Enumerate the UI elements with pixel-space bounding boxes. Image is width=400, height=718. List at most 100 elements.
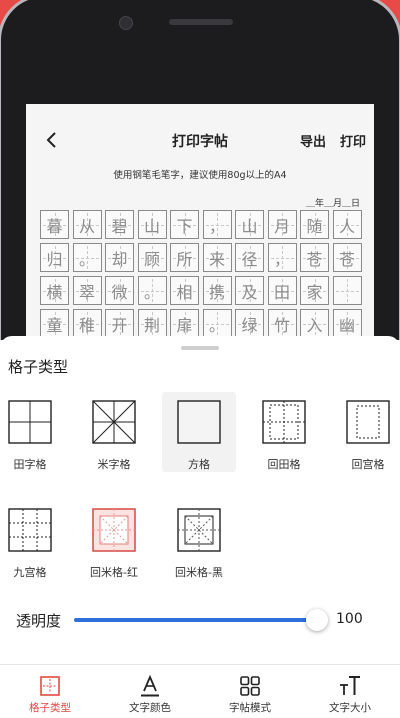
practice-character: ，: [273, 249, 290, 269]
practice-character: 却: [111, 249, 128, 269]
practice-cell: 家: [300, 276, 329, 305]
tab-label: 格子类型: [29, 702, 71, 714]
practice-character: 所: [176, 249, 193, 269]
hui-gong-grid-icon: [346, 400, 390, 444]
grid-option-hui-gong[interactable]: 回宫格: [335, 400, 400, 472]
practice-cell: 开: [105, 309, 134, 338]
practice-character: 幽: [338, 315, 355, 335]
practice-cell: ，: [267, 243, 297, 272]
practice-cell: 归: [40, 243, 69, 272]
practice-cell: 随: [300, 210, 329, 239]
grid-option-label: 回米格-红: [90, 566, 138, 579]
practice-character: 顾: [143, 249, 160, 269]
nav-bar: 打印字帖 导出 打印: [26, 126, 374, 156]
grid-type-icon: [40, 676, 60, 696]
practice-cell: 绿: [235, 309, 264, 338]
print-button[interactable]: 打印: [340, 131, 366, 150]
practice-cell: 山: [137, 210, 167, 239]
tab-grid-type[interactable]: 格子类型: [0, 665, 100, 718]
copybook-mode-icon: [240, 676, 260, 696]
grid-option-label: 方格: [188, 458, 210, 471]
export-button[interactable]: 导出: [300, 131, 326, 150]
practice-character: 荆: [143, 315, 160, 335]
practice-cell: 相: [170, 276, 199, 305]
sheet-title: 格子类型: [8, 358, 69, 376]
grid-option-tian[interactable]: 田字格: [0, 400, 63, 472]
practice-cell: 碧: [105, 210, 134, 239]
hui-mi-black-grid-icon: [177, 508, 221, 552]
tab-label: 文字颜色: [129, 702, 171, 714]
opacity-value: 100: [336, 611, 363, 627]
opacity-slider-thumb[interactable]: [306, 609, 328, 631]
square-grid-icon: [177, 400, 221, 444]
practice-cell: 暮: [40, 210, 69, 239]
practice-character: 从: [78, 216, 95, 236]
grid-option-mi[interactable]: 米字格: [81, 400, 147, 472]
grid-option-hui-tian[interactable]: 回田格: [251, 400, 317, 472]
practice-cell: 所: [170, 243, 199, 272]
practice-character: 扉: [176, 315, 193, 335]
practice-cell: 携: [202, 276, 232, 305]
phone-screen: 打印字帖 导出 打印 使用钢笔毛笔字，建议使用80g以上的A4 ＿年＿月＿日 暮…: [26, 104, 374, 340]
practice-character: 苍: [306, 249, 323, 269]
grid-option-nine[interactable]: 九宫格: [0, 508, 63, 580]
practice-cell: 山: [235, 210, 264, 239]
practice-character: 随: [306, 216, 323, 236]
mi-grid-icon: [92, 400, 136, 444]
practice-character: 径: [241, 249, 258, 269]
practice-character: 相: [176, 282, 193, 302]
practice-character: 翠: [78, 282, 95, 302]
practice-character: 微: [111, 282, 128, 302]
practice-cell: 人: [332, 210, 362, 239]
practice-character: 山: [241, 216, 258, 236]
practice-cell: 幽: [332, 309, 362, 338]
practice-character: 月: [273, 216, 290, 236]
grid-option-square[interactable]: 方格: [162, 392, 236, 472]
practice-cell: 下: [170, 210, 199, 239]
practice-character: 。: [143, 282, 160, 302]
nine-grid-icon: [8, 508, 52, 552]
practice-cell: 翠: [72, 276, 102, 305]
hui-mi-red-grid-icon: [92, 508, 136, 552]
tab-text-size[interactable]: 文字大小: [300, 665, 400, 718]
practice-character: 开: [111, 315, 128, 335]
practice-character: 竹: [273, 315, 290, 335]
practice-character: 暮: [46, 216, 63, 236]
practice-character: 苍: [338, 249, 355, 269]
practice-cell: 从: [72, 210, 102, 239]
practice-character: 下: [176, 216, 193, 236]
practice-cell: 。: [137, 276, 167, 305]
grid-option-label: 回米格-黑: [175, 566, 223, 579]
practice-character: 人: [338, 216, 355, 236]
practice-character: 碧: [111, 216, 128, 236]
grid-option-label: 回宫格: [351, 458, 385, 471]
practice-character: 田: [273, 282, 290, 302]
drag-handle[interactable]: [181, 346, 219, 350]
practice-cell: [332, 276, 362, 305]
tab-copybook-mode[interactable]: 字帖模式: [200, 665, 300, 718]
date-line: ＿年＿月＿日: [305, 199, 360, 209]
opacity-slider-track[interactable]: [74, 618, 318, 622]
practice-cell: 及: [235, 276, 264, 305]
practice-cell: 顾: [137, 243, 167, 272]
grid-option-label: 田字格: [13, 458, 47, 471]
practice-cell: 径: [235, 243, 264, 272]
practice-character: 绿: [241, 315, 258, 335]
practice-character: 。: [208, 315, 225, 335]
practice-cell: 入: [300, 309, 329, 338]
text-color-icon: [141, 674, 159, 697]
practice-cell: 田: [267, 276, 297, 305]
grid-option-label: 回田格: [267, 458, 301, 471]
practice-character: 来: [208, 249, 225, 269]
practice-cell: 。: [202, 309, 232, 338]
opacity-label: 透明度: [16, 612, 62, 630]
practice-character: 入: [306, 315, 323, 335]
settings-sheet: 格子类型 田字格 米字格 方格 回田格 回宫格 九宫格 回米格-红 回米格-黑 …: [0, 336, 400, 718]
practice-character: 。: [78, 249, 95, 269]
tab-label: 文字大小: [329, 702, 371, 714]
tab-text-color[interactable]: 文字颜色: [100, 665, 200, 718]
grid-option-hui-mi-black[interactable]: 回米格-黑: [166, 508, 232, 580]
text-size-icon: [340, 676, 360, 695]
camera-icon: [119, 16, 133, 30]
grid-option-hui-mi-red[interactable]: 回米格-红: [81, 508, 147, 580]
